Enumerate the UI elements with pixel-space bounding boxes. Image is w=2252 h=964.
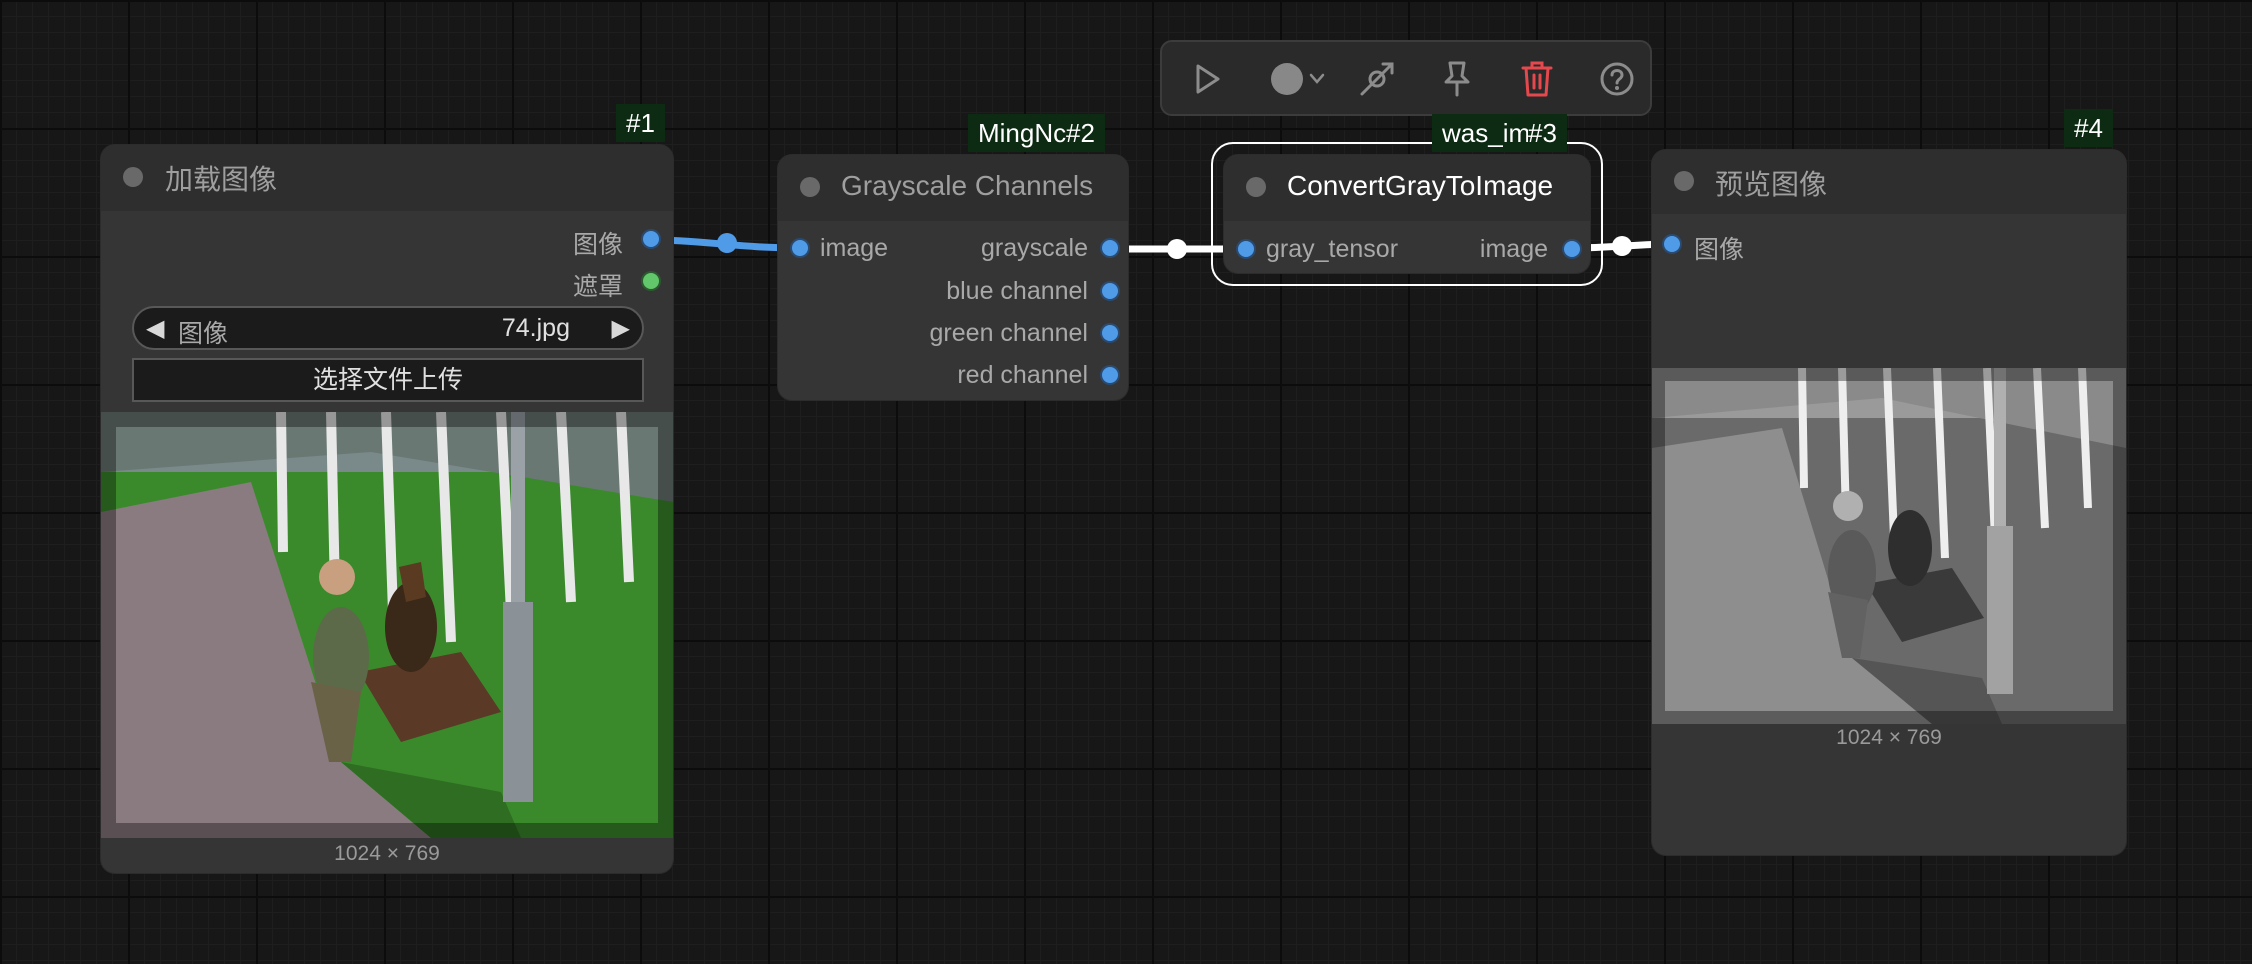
output-label-image: image: [1479, 235, 1548, 263]
output-label-image: 图像: [572, 231, 623, 259]
input-socket-image[interactable]: [792, 240, 808, 256]
node-title: 预览图像: [1715, 169, 1828, 200]
trash-icon: [1521, 61, 1553, 97]
node-load-image[interactable]: 加载图像 图像 遮罩 ◀ 图像 74.jpg ▶ 选择文件上传 1024 × 7…: [101, 145, 673, 873]
bypass-button[interactable]: [1352, 56, 1402, 102]
node-grayscale-channels[interactable]: Grayscale Channels image grayscale blue …: [778, 155, 1128, 400]
help-icon: [1600, 62, 1634, 96]
combo-next-arrow[interactable]: ▶: [612, 314, 630, 343]
run-button[interactable]: [1182, 56, 1232, 102]
output-label-blue: blue channel: [946, 277, 1088, 305]
node-class-badge-3: was_im: [1432, 114, 1528, 152]
help-button[interactable]: [1592, 56, 1642, 102]
link-midpoint-2-3: [1167, 239, 1187, 259]
upload-button[interactable]: 选择文件上传: [132, 358, 644, 402]
delete-button[interactable]: [1512, 56, 1562, 102]
selection-toolbar: [1160, 40, 1652, 116]
bypass-icon: [1360, 62, 1394, 96]
loaded-image-preview: [101, 412, 673, 838]
output-label-green: green channel: [929, 319, 1088, 347]
node-id-badge-3: #3: [1528, 114, 1567, 152]
link-midpoint-3-4: [1612, 236, 1632, 256]
upload-button-label: 选择文件上传: [312, 366, 463, 394]
collapse-dot[interactable]: [123, 167, 143, 187]
output-socket-mask[interactable]: [643, 273, 659, 289]
input-socket-gray-tensor[interactable]: [1238, 241, 1254, 257]
node-class-badge-2: MingNc: [968, 114, 1066, 152]
output-socket-image[interactable]: [1564, 241, 1580, 257]
output-socket-grayscale[interactable]: [1102, 240, 1118, 256]
output-label-red: red channel: [957, 361, 1088, 389]
color-picker-button[interactable]: [1262, 56, 1332, 102]
pin-icon: [1444, 61, 1470, 97]
output-socket-red[interactable]: [1102, 367, 1118, 383]
input-label-gray-tensor: gray_tensor: [1266, 235, 1399, 263]
node-id-badge-4: #4: [2064, 109, 2113, 147]
pin-button[interactable]: [1432, 56, 1482, 102]
collapse-dot[interactable]: [800, 177, 820, 197]
image-combo[interactable]: ◀ 图像 74.jpg ▶: [132, 306, 644, 350]
node-preview-image[interactable]: 预览图像 图像 1024 × 769: [1652, 150, 2126, 855]
node-convert-gray-to-image[interactable]: ConvertGrayToImage gray_tensor image: [1224, 155, 1590, 273]
node-id-badge-1: #1: [616, 104, 665, 142]
output-socket-green[interactable]: [1102, 325, 1118, 341]
image-size-label: 1024 × 769: [334, 842, 440, 865]
output-label-grayscale: grayscale: [981, 234, 1088, 262]
combo-value: 74.jpg: [501, 314, 570, 342]
output-socket-image[interactable]: [643, 231, 659, 247]
play-icon: [1196, 64, 1220, 94]
image-size-label: 1024 × 769: [1836, 726, 1942, 749]
preview-image-output: [1652, 368, 2126, 724]
collapse-dot[interactable]: [1674, 171, 1694, 191]
combo-prev-arrow[interactable]: ◀: [146, 314, 164, 343]
combo-label: 图像: [178, 320, 229, 348]
color-circle-icon: [1271, 63, 1325, 95]
input-socket-image[interactable]: [1664, 236, 1680, 252]
input-label-image: 图像: [1694, 236, 1745, 264]
output-socket-blue[interactable]: [1102, 283, 1118, 299]
input-label-image: image: [820, 234, 889, 262]
collapse-dot[interactable]: [1246, 177, 1266, 197]
node-id-badge-2: #2: [1066, 114, 1105, 152]
link-midpoint-1-2: [717, 233, 737, 253]
node-title: Grayscale Channels: [841, 170, 1094, 201]
output-label-mask: 遮罩: [572, 273, 623, 301]
node-title: ConvertGrayToImage: [1287, 170, 1554, 201]
node-title: 加载图像: [165, 164, 278, 195]
